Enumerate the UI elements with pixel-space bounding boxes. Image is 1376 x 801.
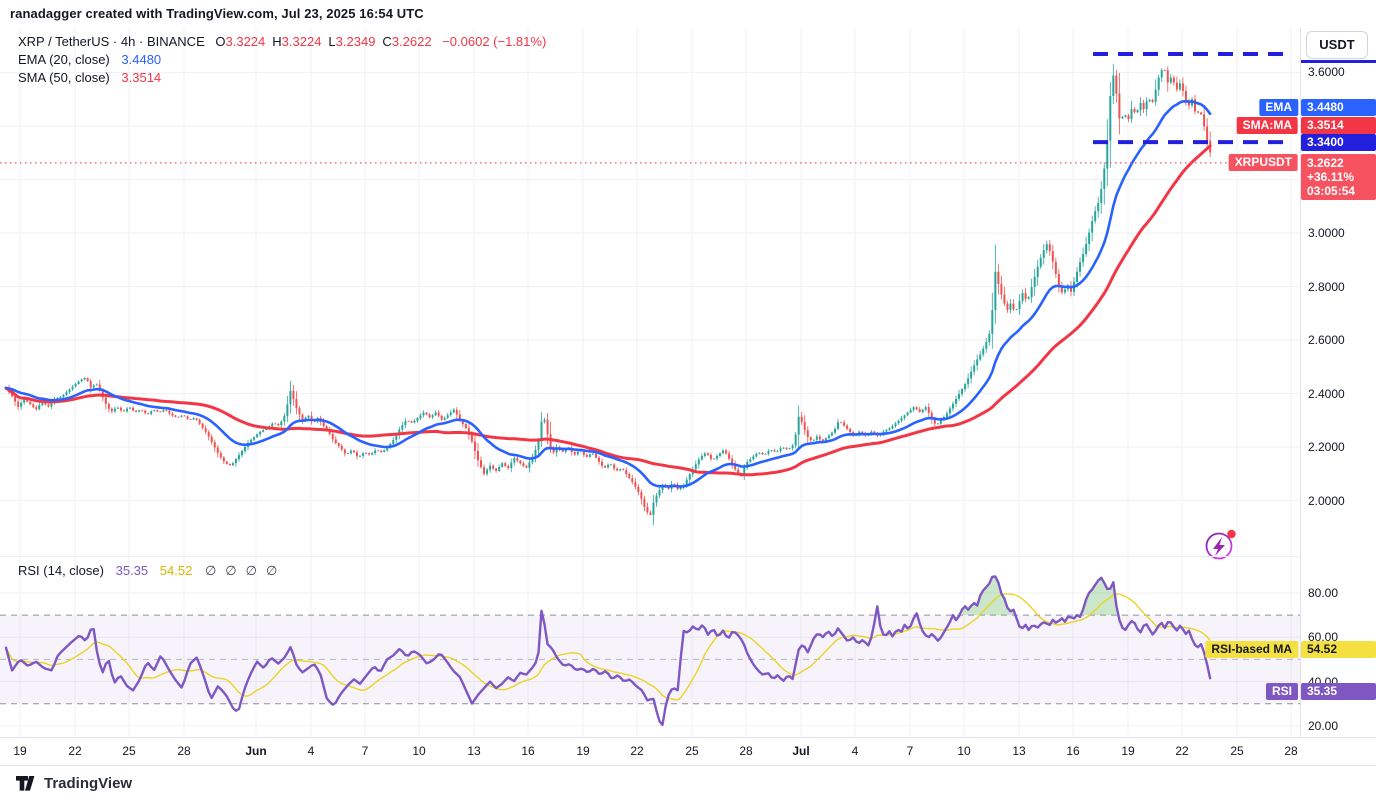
empty-set-icon: ∅ <box>205 563 216 578</box>
symbol-price-badge: 3.2622+36.11%03:05:54 <box>1301 154 1376 200</box>
time-axis-label[interactable]: Jul <box>792 744 809 758</box>
time-axis-label[interactable]: 25 <box>122 744 135 758</box>
symbol-axis-label-chip: XRPUSDT <box>1229 154 1298 171</box>
ema-label: EMA (20, close) <box>18 52 110 67</box>
time-axis-label[interactable]: 28 <box>1284 744 1297 758</box>
sma-price-badge: 3.3514 <box>1301 117 1376 134</box>
ohlc-value: 3.3224 <box>226 34 266 49</box>
ohlc-letter: O <box>215 34 225 49</box>
time-axis-label[interactable]: 10 <box>957 744 970 758</box>
ohlc-letter: L <box>328 34 335 49</box>
time-axis-label[interactable]: 13 <box>1012 744 1025 758</box>
price-axis-label[interactable]: 2.4000 <box>1308 387 1345 401</box>
time-axis-label[interactable]: 19 <box>1121 744 1134 758</box>
price-axis-label[interactable]: 2.0000 <box>1308 494 1345 508</box>
time-axis-label[interactable]: 22 <box>68 744 81 758</box>
rsi-ma-axis-label-chip: RSI-based MA <box>1205 641 1298 658</box>
empty-set-icon: ∅ <box>225 563 236 578</box>
rsi-axis-label[interactable]: 80.00 <box>1308 586 1338 600</box>
time-axis-label[interactable]: 19 <box>576 744 589 758</box>
time-axis-label[interactable]: 16 <box>1066 744 1079 758</box>
rsi-axis-label-chip: RSI <box>1266 683 1298 700</box>
time-axis-label[interactable]: 7 <box>907 744 914 758</box>
tradingview-brand-text[interactable]: TradingView <box>44 775 132 792</box>
chart-canvas[interactable] <box>0 0 1376 801</box>
rsi-value: 35.35 <box>116 563 149 578</box>
ohlc-values: O3.3224H3.3224L3.2349C3.2622 <box>208 34 431 49</box>
rsi-legend-row[interactable]: RSI (14, close) 35.35 54.52 ∅ ∅ ∅ ∅ <box>18 563 277 579</box>
ohlc-value: 3.2622 <box>392 34 432 49</box>
flash-ideas-button[interactable] <box>1207 530 1236 559</box>
price-axis-label[interactable]: 3.0000 <box>1308 226 1345 240</box>
rsi-label: RSI (14, close) <box>18 563 104 578</box>
tradingview-logo-icon[interactable] <box>16 776 37 791</box>
rsi-ma-value: 54.52 <box>160 563 193 578</box>
tradingview-chart-window: ranadagger created with TradingView.com,… <box>0 0 1376 801</box>
time-axis-label[interactable]: 16 <box>521 744 534 758</box>
time-axis-label[interactable]: 28 <box>739 744 752 758</box>
rsi-value-badge: 35.35 <box>1301 683 1376 700</box>
time-axis-label[interactable]: 22 <box>630 744 643 758</box>
time-axis-border <box>0 737 1376 738</box>
resistance-axis-marker <box>1301 60 1376 63</box>
sma-value: 3.3514 <box>121 70 161 85</box>
ema-axis-label-chip: EMA <box>1259 99 1298 116</box>
bottom-toolbar: TradingView <box>0 765 1376 801</box>
chart-legend: XRP / TetherUS · 4h · BINANCE O3.3224H3.… <box>18 33 546 87</box>
exchange-label: BINANCE <box>147 34 205 49</box>
empty-set-icon: ∅ <box>246 563 257 578</box>
line-price-badge: 3.3400 <box>1301 134 1376 151</box>
empty-set-icon: ∅ <box>266 563 277 578</box>
ohlc-value: 3.3224 <box>282 34 322 49</box>
time-axis-label[interactable]: 13 <box>467 744 480 758</box>
ohlc-letter: C <box>382 34 391 49</box>
ohlc-letter: H <box>272 34 281 49</box>
time-axis-label[interactable]: 10 <box>412 744 425 758</box>
symbol-legend-row[interactable]: XRP / TetherUS · 4h · BINANCE O3.3224H3.… <box>18 33 546 51</box>
rsi-empty-slots: ∅ ∅ ∅ ∅ <box>196 563 277 578</box>
time-axis-label[interactable]: 28 <box>177 744 190 758</box>
change-value: −0.0602 (−1.81%) <box>442 34 546 49</box>
pane-divider <box>0 556 1300 557</box>
ema-price-badge: 3.4480 <box>1301 99 1376 116</box>
symbol-title: XRP / TetherUS <box>18 34 109 49</box>
price-axis-label[interactable]: 2.8000 <box>1308 280 1345 294</box>
interval-label: 4h <box>121 34 135 49</box>
time-axis-label[interactable]: 25 <box>1230 744 1243 758</box>
time-axis-label[interactable]: 19 <box>13 744 26 758</box>
ohlc-value: 3.2349 <box>336 34 376 49</box>
time-axis-label[interactable]: 22 <box>1175 744 1188 758</box>
currency-toggle-button[interactable]: USDT <box>1306 31 1368 59</box>
rsi-ma-value-badge: 54.52 <box>1301 641 1376 658</box>
sma-legend-row[interactable]: SMA (50, close) 3.3514 <box>18 69 546 87</box>
sma-label: SMA (50, close) <box>18 70 110 85</box>
ema-legend-row[interactable]: EMA (20, close) 3.4480 <box>18 51 546 69</box>
time-axis-label[interactable]: 4 <box>852 744 859 758</box>
ema-value: 3.4480 <box>121 52 161 67</box>
price-axis-label[interactable]: 2.2000 <box>1308 440 1345 454</box>
time-axis-label[interactable]: 7 <box>362 744 369 758</box>
price-axis-label[interactable]: 2.6000 <box>1308 333 1345 347</box>
price-axis-label[interactable]: 3.6000 <box>1308 65 1345 79</box>
time-axis-label[interactable]: 4 <box>308 744 315 758</box>
rsi-axis-label[interactable]: 20.00 <box>1308 719 1338 733</box>
time-axis-label[interactable]: Jun <box>245 744 266 758</box>
sma-axis-label-chip: SMA:MA <box>1237 117 1298 134</box>
time-axis-label[interactable]: 25 <box>685 744 698 758</box>
